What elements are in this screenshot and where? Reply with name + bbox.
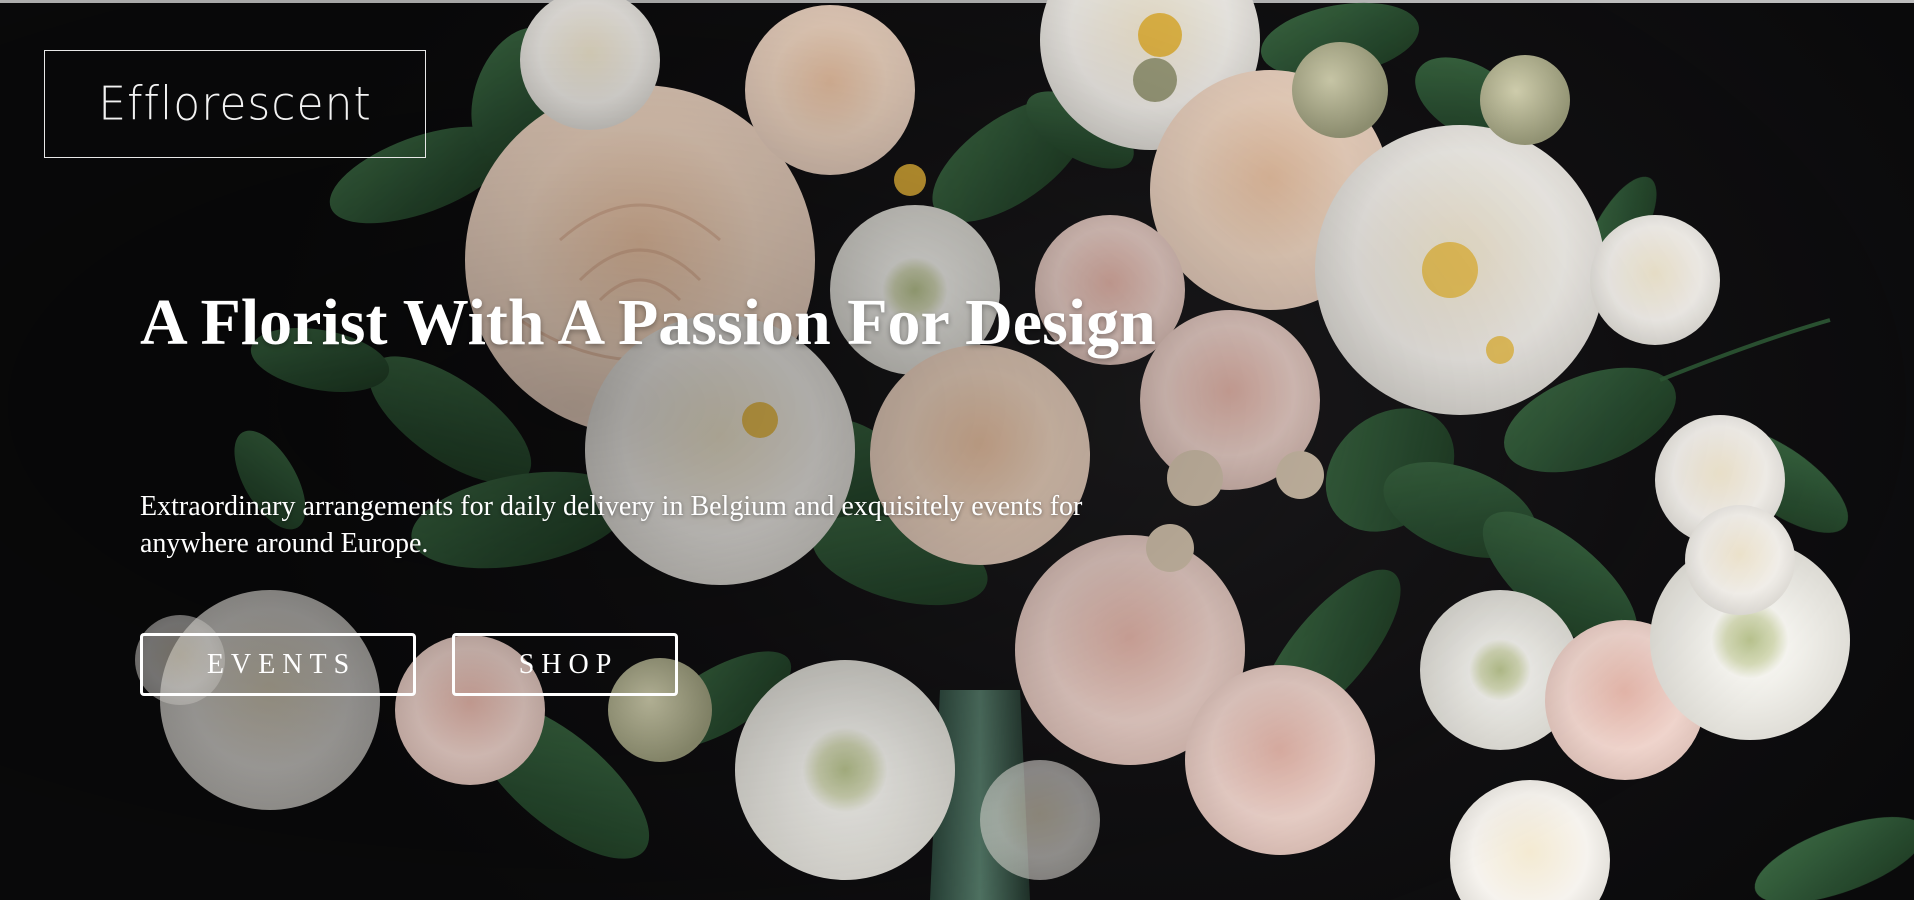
logo-text: Efflorescent — [98, 77, 372, 131]
shop-button[interactable]: SHOP — [452, 633, 678, 696]
events-button[interactable]: EVENTS — [140, 633, 416, 696]
logo[interactable]: Efflorescent — [44, 50, 426, 158]
hero-subtitle: Extraordinary arrangements for daily del… — [140, 491, 1083, 559]
hero-section: Efflorescent A Florist With A Passion Fo… — [0, 0, 1914, 900]
hero-headline: A Florist With A Passion For Design — [140, 286, 1156, 359]
